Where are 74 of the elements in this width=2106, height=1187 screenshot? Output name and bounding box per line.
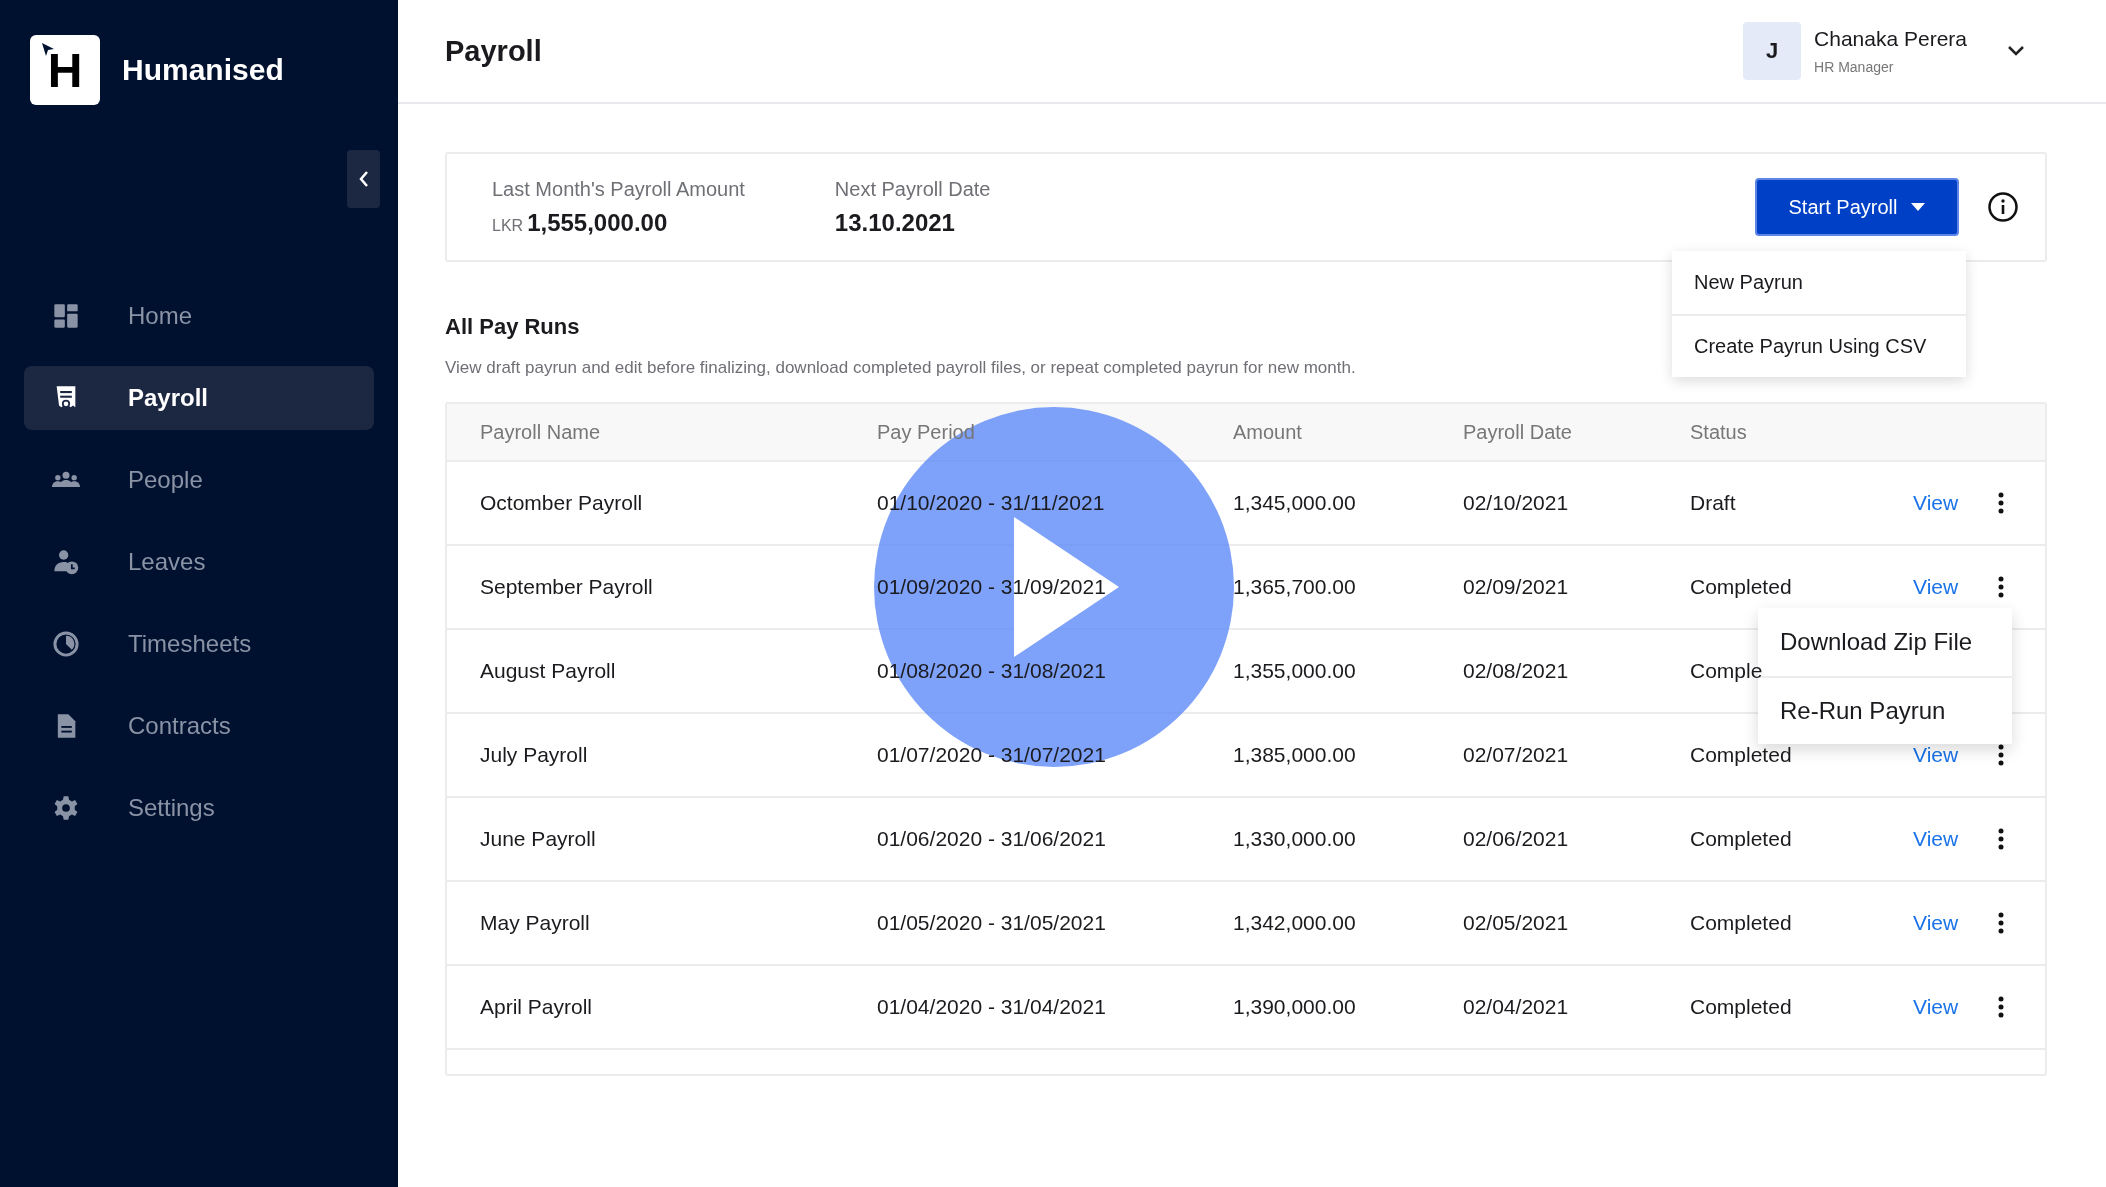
sidebar-item[interactable]: Home	[24, 284, 374, 348]
column-header: Amount	[1233, 420, 1303, 444]
more-icon[interactable]	[1998, 744, 2004, 766]
table-cell-text: 1,365,700.00	[1233, 575, 1357, 599]
table-cell-text: Octomber Payroll	[480, 491, 644, 515]
view-link[interactable]: View	[1913, 827, 1959, 851]
stat-label: Next Payroll Date	[834, 177, 991, 201]
table-cell-text: Completed	[1690, 995, 1793, 1019]
view-link[interactable]: View	[1913, 995, 1959, 1019]
table-cell-text: July Payroll	[480, 743, 589, 767]
sidebar-item[interactable]: Timesheets	[24, 612, 374, 676]
table-cell-text: 02/10/2021	[1463, 491, 1570, 515]
column-header: Payroll Name	[480, 420, 602, 444]
table-cell-text: Draft	[1690, 491, 1737, 515]
stat-value: 13.10.2021	[834, 208, 956, 237]
table-cell-text: Completed	[1690, 575, 1793, 599]
menu-item[interactable]: Create Payrun Using CSV	[1672, 314, 1966, 377]
table-cell-text: 02/09/2021	[1463, 575, 1570, 599]
collapse-button[interactable]	[347, 150, 380, 208]
column-header: Payroll Date	[1463, 420, 1573, 444]
sidebar-item[interactable]: Payroll	[24, 366, 374, 430]
table-cell-text: April Payroll	[480, 995, 594, 1019]
table-cell-text: 1,330,000.00	[1233, 827, 1357, 851]
info-icon[interactable]	[1987, 191, 2019, 223]
more-icon[interactable]	[1998, 576, 2004, 598]
more-icon[interactable]	[1998, 996, 2004, 1018]
more-icon[interactable]	[1998, 828, 2004, 850]
view-link[interactable]: View	[1913, 743, 1959, 767]
user-name: Chanaka Perera	[1814, 27, 1967, 51]
sidebar-item[interactable]: Contracts	[24, 694, 374, 758]
more-icon[interactable]	[1998, 492, 2004, 514]
table-cell-text: 1,385,000.00	[1233, 743, 1357, 767]
view-link[interactable]: View	[1913, 491, 1959, 515]
section-description: View draft payrun and edit before finalizing, download completed payroll files, or repeat completed payrun for new month.	[445, 358, 1357, 378]
table-cell-text: Completed	[1690, 827, 1793, 851]
table-cell-text: 1,390,000.00	[1233, 995, 1357, 1019]
caret-icon	[1911, 203, 1926, 211]
section-title: All Pay Runs	[445, 314, 581, 340]
brand-name: Humanised	[122, 53, 284, 87]
table-cell-text: Completed	[1690, 743, 1793, 767]
page-title: Payroll	[445, 34, 543, 68]
table-cell-text: 01/06/2020 - 31/06/2021	[877, 827, 1107, 851]
stat-label: Last Month's Payroll Amount	[492, 177, 745, 201]
table-cell-text: 02/06/2021	[1463, 827, 1570, 851]
table-cell-text: 02/07/2021	[1463, 743, 1570, 767]
table-cell-text: August Payroll	[480, 659, 617, 683]
more-icon[interactable]	[1998, 912, 2004, 934]
view-link[interactable]: View	[1913, 575, 1959, 599]
table-cell-text: 1,345,000.00	[1233, 491, 1357, 515]
table-cell-text: 02/05/2021	[1463, 911, 1570, 935]
logo: H	[30, 35, 100, 105]
view-link[interactable]: View	[1913, 911, 1959, 935]
table-cell-text: 01/05/2020 - 31/05/2021	[877, 911, 1107, 935]
user-role: HR Manager	[1814, 59, 1895, 75]
table-cell-text: 01/07/2020 - 31/07/2021	[877, 743, 1107, 767]
table-cell-text: 02/04/2021	[1463, 995, 1570, 1019]
table-cell-text: May Payroll	[480, 911, 591, 935]
table-cell-text: 02/08/2021	[1463, 659, 1570, 683]
chevron-down-icon[interactable]	[2006, 45, 2026, 57]
sidebar-item[interactable]: People	[24, 448, 374, 512]
play-button[interactable]	[874, 407, 1234, 767]
table-cell-text: June Payroll	[480, 827, 597, 851]
table-cell-text: 01/04/2020 - 31/04/2021	[877, 995, 1107, 1019]
sidebar-item[interactable]: Leaves	[24, 530, 374, 594]
start-payroll-button[interactable]: Start Payroll	[1755, 178, 1959, 236]
column-header: Status	[1690, 420, 1748, 444]
sidebar-item[interactable]: Settings	[24, 776, 374, 840]
table-cell-text: 1,342,000.00	[1233, 911, 1357, 935]
avatar: J	[1743, 22, 1802, 80]
table-cell-text: Completed	[1690, 911, 1793, 935]
stat-value: LKR 1,555,000.00	[492, 208, 669, 237]
table-cell-text: September Payroll	[480, 575, 654, 599]
table-cell-text: 1,355,000.00	[1233, 659, 1357, 683]
menu-item[interactable]: New Payrun	[1672, 251, 1966, 314]
